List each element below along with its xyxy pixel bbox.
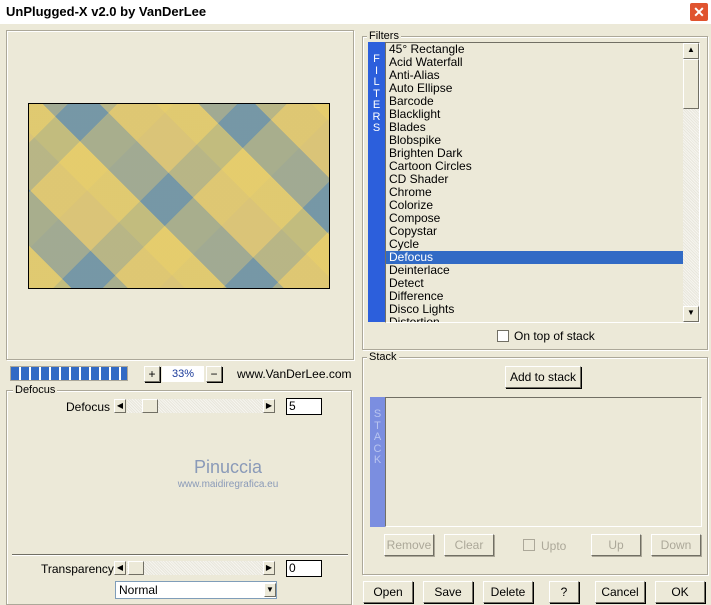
defocus-slider-thumb[interactable] xyxy=(142,399,158,413)
on-top-of-stack-checkbox[interactable] xyxy=(497,330,509,342)
website-link[interactable]: www.VanDerLee.com xyxy=(237,367,352,381)
stack-group-label: Stack xyxy=(367,351,399,363)
ok-button[interactable]: OK xyxy=(655,581,705,603)
divider xyxy=(12,554,348,556)
slider-left-arrow-icon[interactable]: ◀ xyxy=(114,399,126,413)
transparency-label: Transparency xyxy=(41,562,114,576)
transparency-right-arrow-icon[interactable]: ▶ xyxy=(263,561,275,575)
watermark-name: Pinuccia xyxy=(193,457,263,477)
delete-button[interactable]: Delete xyxy=(483,581,533,603)
side-bar-letter: K xyxy=(373,454,382,466)
upto-checkbox[interactable] xyxy=(523,539,535,551)
transparency-value-input[interactable]: 0 xyxy=(286,560,322,577)
chevron-down-icon[interactable]: ▼ xyxy=(264,583,276,597)
side-bar-letter: A xyxy=(373,431,382,443)
upto-label: Upto xyxy=(541,539,567,553)
filter-item[interactable]: Distortion xyxy=(386,316,684,323)
transparency-slider[interactable] xyxy=(127,561,263,575)
transparency-left-arrow-icon[interactable]: ◀ xyxy=(114,561,126,575)
stack-side-bar: STACK xyxy=(370,397,385,527)
filter-item[interactable]: Copystar xyxy=(386,225,684,238)
defocus-value-input[interactable]: 5 xyxy=(286,398,322,415)
defocus-label: Defocus xyxy=(66,400,111,414)
close-button[interactable]: ✕ xyxy=(689,2,709,22)
watermark-url: www.maidiregrafica.eu xyxy=(177,479,279,490)
side-bar-letter: S xyxy=(373,408,382,420)
blend-mode-value: Normal xyxy=(119,583,158,597)
slider-right-arrow-icon[interactable]: ▶ xyxy=(263,399,275,413)
side-bar-letter: L xyxy=(373,76,380,88)
up-button[interactable]: Up xyxy=(591,534,641,556)
side-bar-letter: E xyxy=(372,99,381,111)
side-bar-letter: S xyxy=(372,122,381,134)
save-button[interactable]: Save xyxy=(423,581,473,603)
progress-bar xyxy=(10,366,128,381)
scroll-thumb[interactable] xyxy=(683,59,699,109)
window-title: UnPlugged-X v2.0 by VanDerLee xyxy=(6,4,207,19)
help-button[interactable]: ? xyxy=(549,581,579,603)
title-bar: UnPlugged-X v2.0 by VanDerLee ✕ xyxy=(0,0,711,24)
zoom-value: 33% xyxy=(162,366,204,382)
zoom-in-button[interactable]: + xyxy=(144,366,160,382)
on-top-of-stack-label: On top of stack xyxy=(514,329,595,343)
remove-button[interactable]: Remove xyxy=(384,534,434,556)
filters-list[interactable]: 45° Rectangle Acid Waterfall Anti-Alias Aut… xyxy=(385,42,700,323)
filters-side-bar: FILTERS xyxy=(368,42,385,322)
clear-button[interactable]: Clear xyxy=(444,534,494,556)
filters-group-label: Filters xyxy=(367,30,401,42)
down-button[interactable]: Down xyxy=(651,534,701,556)
zoom-out-button[interactable]: − xyxy=(206,366,222,382)
settings-group-label: Defocus xyxy=(13,384,58,396)
filter-item[interactable]: Blacklight xyxy=(386,108,684,121)
add-to-stack-button[interactable]: Add to stack xyxy=(505,366,581,388)
scroll-up-icon[interactable]: ▲ xyxy=(683,43,699,59)
side-bar-letter: F xyxy=(373,53,380,65)
open-button[interactable]: Open xyxy=(363,581,413,603)
filter-item[interactable]: Deinterlace xyxy=(386,264,684,277)
transparency-slider-thumb[interactable] xyxy=(128,561,144,575)
cancel-button[interactable]: Cancel xyxy=(595,581,645,603)
stack-list[interactable] xyxy=(385,397,702,527)
filters-scrollbar[interactable]: ▲ ▼ xyxy=(683,43,699,322)
blend-mode-select[interactable]: Normal ▼ xyxy=(115,581,277,599)
scroll-down-icon[interactable]: ▼ xyxy=(683,306,699,322)
preview-image xyxy=(28,103,330,289)
